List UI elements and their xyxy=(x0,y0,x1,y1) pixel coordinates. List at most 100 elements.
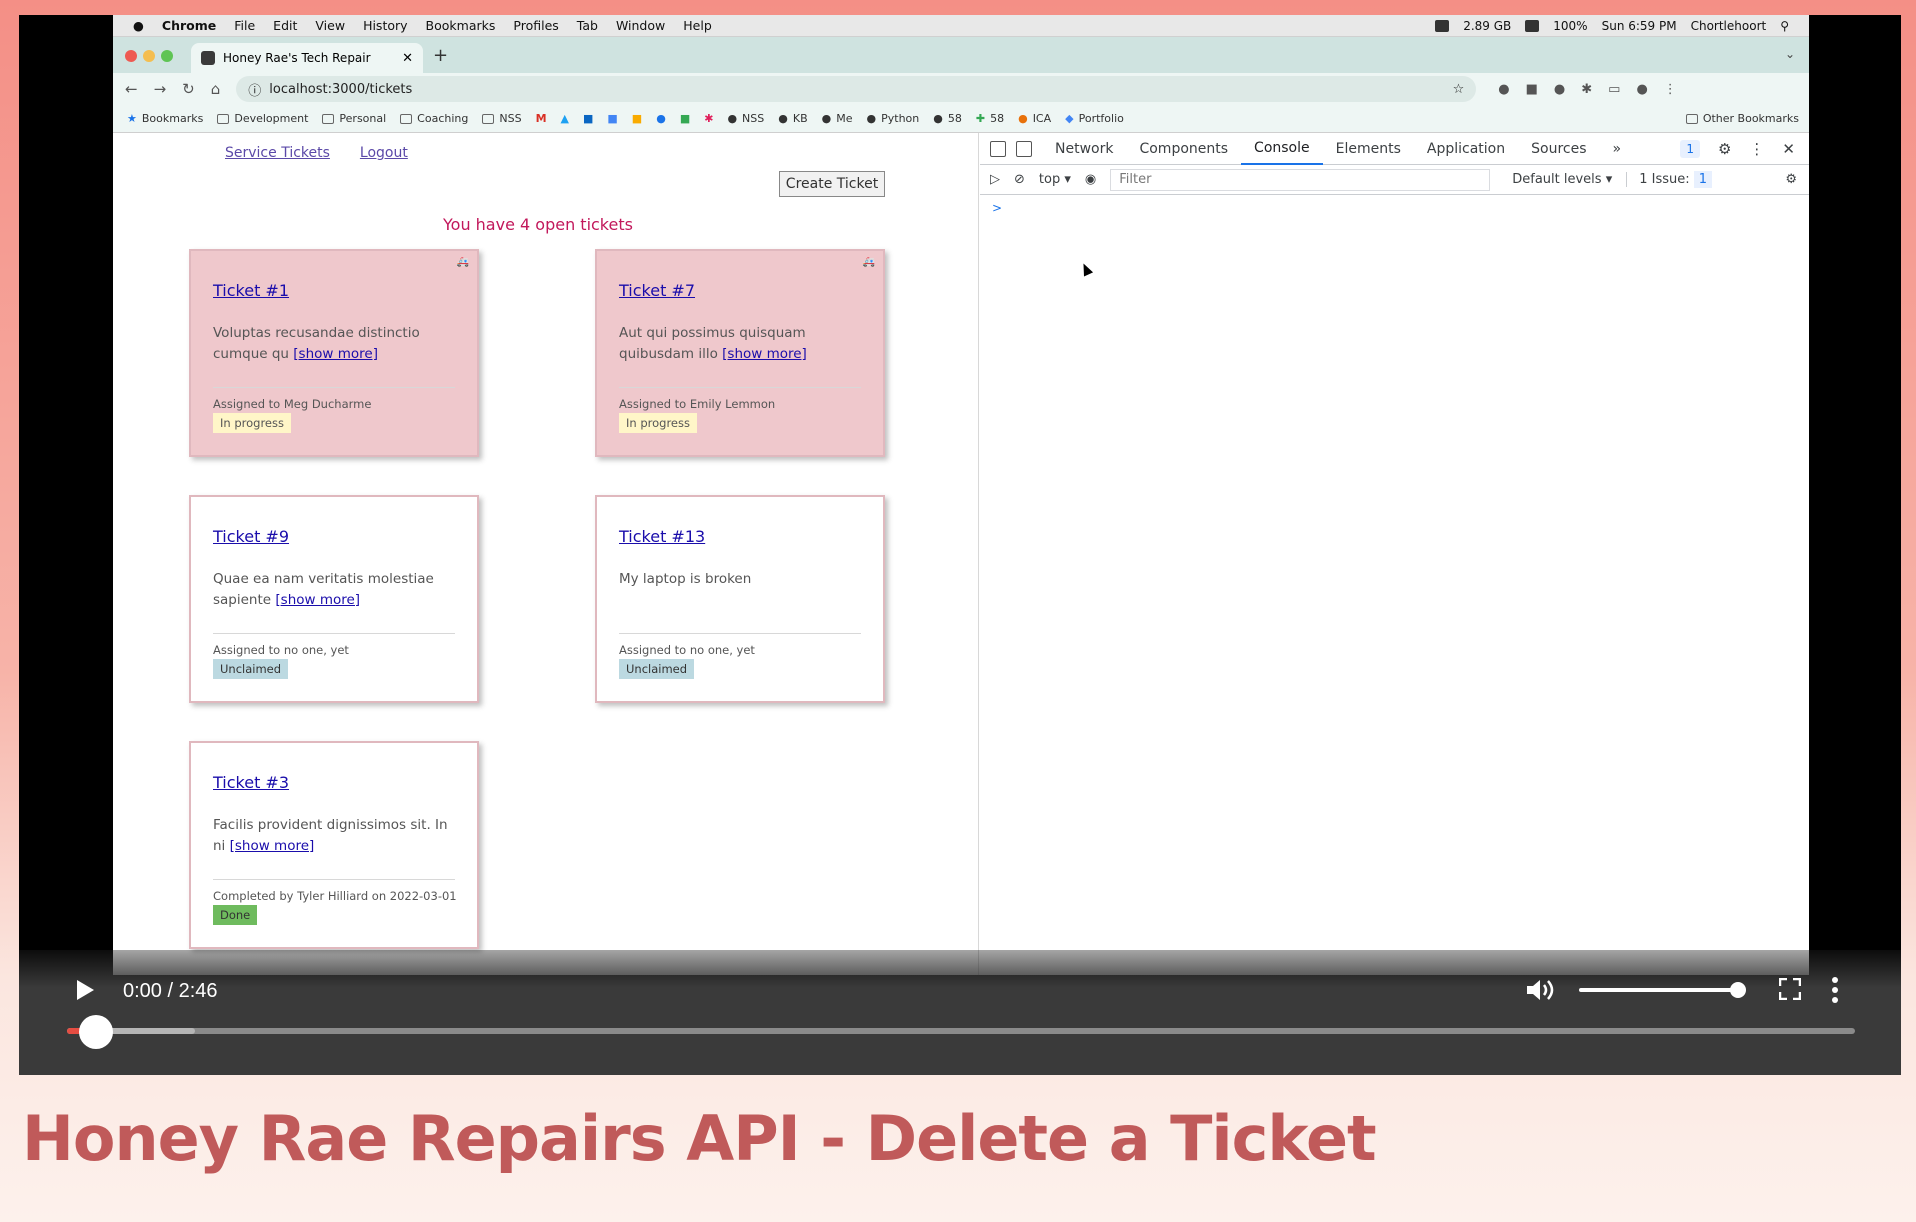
menu-edit[interactable]: Edit xyxy=(273,18,297,33)
show-more-link[interactable]: [show more] xyxy=(275,592,360,608)
bookmark-item[interactable]: ▲ xyxy=(561,112,569,125)
bookmark-item[interactable]: ● Me xyxy=(822,112,853,125)
menu-app-name[interactable]: Chrome xyxy=(162,18,216,33)
bookmark-item[interactable]: ✚ 58 xyxy=(976,112,1004,125)
volume-icon[interactable] xyxy=(1525,978,1555,1002)
volume-slider-handle[interactable] xyxy=(1730,982,1746,998)
menu-bookmarks[interactable]: Bookmarks xyxy=(426,18,496,33)
tab-network[interactable]: Network xyxy=(1042,133,1126,165)
nav-service-tickets-link[interactable]: Service Tickets xyxy=(225,145,330,161)
bookmark-item[interactable]: ● xyxy=(656,112,666,125)
ticket-link[interactable]: Ticket #9 xyxy=(213,527,289,546)
zoom-window-button[interactable] xyxy=(161,50,173,62)
settings-gear-icon[interactable]: ⚙ xyxy=(1718,140,1731,158)
issues-counter[interactable]: 1 Issue: 1 xyxy=(1626,171,1713,188)
bookmark-item[interactable]: ■ xyxy=(632,112,642,125)
forward-arrow-icon[interactable]: → xyxy=(154,80,167,98)
bookmark-star-icon[interactable]: ☆ xyxy=(1453,82,1477,97)
bookmark-item[interactable]: ■ xyxy=(607,112,617,125)
seek-bar-handle[interactable] xyxy=(79,1015,113,1049)
console-filter-input[interactable]: Filter xyxy=(1110,168,1491,191)
show-more-link[interactable]: [show more] xyxy=(293,346,378,362)
user-name[interactable]: Chortlehoort xyxy=(1691,19,1767,33)
clear-console-icon[interactable]: ⊘ xyxy=(1014,172,1025,187)
tab-search-chevron-icon[interactable]: ⌄ xyxy=(1785,47,1795,61)
close-devtools-icon[interactable]: ✕ xyxy=(1782,140,1795,158)
fullscreen-icon[interactable] xyxy=(1779,978,1801,1000)
volume-slider[interactable] xyxy=(1579,988,1739,992)
bookmark-item[interactable]: ● Python xyxy=(867,112,920,125)
spotlight-icon[interactable]: ⚲ xyxy=(1780,19,1789,33)
bookmark-item[interactable]: ◆ Portfolio xyxy=(1065,112,1124,125)
show-more-link[interactable]: [show more] xyxy=(230,838,315,854)
tab-console[interactable]: Console xyxy=(1241,133,1323,165)
bookmark-item[interactable]: ● ICA xyxy=(1018,112,1051,125)
tab-components[interactable]: Components xyxy=(1126,133,1241,165)
seek-bar[interactable] xyxy=(67,1028,1855,1034)
ticket-link[interactable]: Ticket #7 xyxy=(619,281,695,300)
bookmark-item[interactable]: ● 58 xyxy=(933,112,962,125)
menu-help[interactable]: Help xyxy=(683,18,712,33)
extension-icon[interactable]: ■ xyxy=(1526,82,1538,97)
home-icon[interactable]: ⌂ xyxy=(211,80,221,98)
menu-tab[interactable]: Tab xyxy=(577,18,598,33)
tab-application[interactable]: Application xyxy=(1414,133,1518,165)
more-tabs-icon[interactable]: » xyxy=(1600,133,1635,165)
close-window-button[interactable] xyxy=(125,50,137,62)
menu-profiles[interactable]: Profiles xyxy=(513,18,558,33)
clock[interactable]: Sun 6:59 PM xyxy=(1602,19,1677,33)
ticket-link[interactable]: Ticket #3 xyxy=(213,773,289,792)
bookmark-folder[interactable]: NSS xyxy=(482,112,522,125)
bookmark-folder[interactable]: Development xyxy=(217,112,308,125)
minimize-window-button[interactable] xyxy=(143,50,155,62)
context-select[interactable]: top ▾ xyxy=(1039,172,1071,187)
tab-sources[interactable]: Sources xyxy=(1518,133,1599,165)
bookmark-item[interactable]: ■ xyxy=(680,112,690,125)
bookmark-item[interactable]: ● KB xyxy=(778,112,807,125)
bookmark-item[interactable]: ★ Bookmarks xyxy=(127,112,203,125)
console-prompt[interactable]: > xyxy=(992,201,1002,215)
chrome-menu-icon[interactable]: ⋮ xyxy=(1664,82,1677,97)
address-bar[interactable]: ⓘ localhost:3000/tickets ☆ xyxy=(236,76,1477,102)
site-info-icon[interactable]: ⓘ xyxy=(248,80,261,99)
log-levels-dropdown[interactable]: Default levels ▾ xyxy=(1512,172,1612,187)
play-icon[interactable] xyxy=(77,980,94,1000)
reload-icon[interactable]: ↻ xyxy=(182,80,195,98)
apple-menu-icon[interactable]: ● xyxy=(133,18,144,33)
back-arrow-icon[interactable]: ← xyxy=(125,80,138,98)
bookmark-folder[interactable]: Coaching xyxy=(400,112,468,125)
wifi-icon[interactable] xyxy=(1525,19,1540,32)
menu-file[interactable]: File xyxy=(234,18,255,33)
issues-badge[interactable]: 1 xyxy=(1680,139,1700,158)
nav-logout-link[interactable]: Logout xyxy=(360,145,408,161)
extension-icon[interactable]: ● xyxy=(1554,82,1565,97)
create-ticket-button[interactable]: Create Ticket xyxy=(779,171,885,197)
extension-icon[interactable]: ● xyxy=(1498,82,1509,97)
tab-elements[interactable]: Elements xyxy=(1323,133,1414,165)
puzzle-icon[interactable]: ✱ xyxy=(1581,82,1592,97)
menu-history[interactable]: History xyxy=(363,18,407,33)
bookmark-folder[interactable]: Personal xyxy=(322,112,386,125)
menu-window[interactable]: Window xyxy=(616,18,665,33)
ticket-link[interactable]: Ticket #1 xyxy=(213,281,289,300)
device-toolbar-icon[interactable] xyxy=(1016,140,1032,157)
avatar[interactable]: ● xyxy=(1636,82,1647,97)
bookmark-item[interactable]: M xyxy=(536,112,547,125)
sidebar-toggle-icon[interactable]: ▷ xyxy=(990,172,1000,187)
show-more-link[interactable]: [show more] xyxy=(722,346,807,362)
close-tab-icon[interactable]: ✕ xyxy=(402,51,413,66)
ticket-link[interactable]: Ticket #13 xyxy=(619,527,705,546)
menu-view[interactable]: View xyxy=(315,18,345,33)
other-bookmarks-folder[interactable]: Other Bookmarks xyxy=(1685,112,1809,125)
video-player[interactable]: ● Chrome File Edit View History Bookmark… xyxy=(19,15,1901,1075)
browser-tab[interactable]: Honey Rae's Tech Repair ✕ xyxy=(191,43,423,73)
devtools-menu-icon[interactable]: ⋮ xyxy=(1749,140,1764,158)
bookmark-item[interactable]: ● NSS xyxy=(727,112,764,125)
inspect-element-icon[interactable] xyxy=(990,140,1006,157)
console-settings-gear-icon[interactable]: ⚙ xyxy=(1785,172,1809,187)
live-expression-eye-icon[interactable]: ◉ xyxy=(1085,172,1096,187)
more-options-icon[interactable] xyxy=(1831,976,1839,1004)
status-icon[interactable] xyxy=(1435,19,1450,32)
bookmark-item[interactable]: ✱ xyxy=(704,112,713,125)
bookmark-item[interactable]: ■ xyxy=(583,112,593,125)
